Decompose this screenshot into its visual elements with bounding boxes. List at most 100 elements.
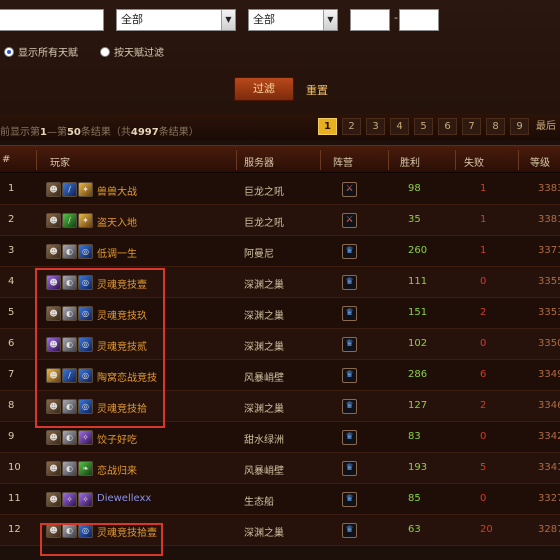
player-icons: ☻ / ✦	[46, 213, 93, 228]
page-button[interactable]: 6	[438, 118, 457, 135]
race-icon: ☻	[46, 213, 61, 228]
alliance-icon: ♛	[342, 492, 357, 507]
col-losses[interactable]: 失败	[464, 154, 484, 169]
race-icon: ☻	[46, 430, 61, 445]
player-name-link[interactable]: 灵魂竞技壹	[97, 276, 147, 291]
player-name-link[interactable]: 陶窝恋战竞技	[97, 369, 157, 384]
talent-radio-group: 显示所有天赋 按天赋过滤	[4, 44, 164, 59]
rank-cell: 1	[8, 183, 15, 194]
table-row[interactable]: 3 ☻ ◐ ◎ 低调一生 阿曼尼 ♛ 260 1 3371	[0, 236, 560, 267]
col-rank[interactable]: #	[2, 154, 10, 165]
race-icon: ☻	[46, 182, 61, 197]
class-icon: ◐	[62, 275, 77, 290]
player-icons: ☻ ◐ ◎	[46, 399, 93, 414]
rank-cell: 8	[8, 400, 15, 411]
table-row[interactable]: 12 ☻ ◐ ◎ 灵魂竞技拾壹 深渊之巢 ♛ 63 20 3287	[0, 515, 560, 546]
player-name-link[interactable]: 低调一生	[97, 245, 137, 260]
rank-cell: 12	[8, 524, 21, 535]
alliance-icon: ♛	[342, 244, 357, 259]
talent-icon: ◎	[78, 337, 93, 352]
race-icon: ☻	[46, 492, 61, 507]
race-icon: ☻	[46, 275, 61, 290]
rank-cell: 10	[8, 462, 21, 473]
player-name-link[interactable]: 盗天入地	[97, 214, 137, 229]
wins-cell: 83	[408, 431, 421, 442]
player-name-link[interactable]: 恋战归来	[97, 462, 137, 477]
class-icon: ◐	[62, 430, 77, 445]
col-server[interactable]: 服务器	[244, 154, 274, 169]
player-name-link[interactable]: 灵魂竞技贰	[97, 338, 147, 353]
race-icon: ☻	[46, 306, 61, 321]
rating-cell: 3381	[538, 214, 560, 225]
player-name-link[interactable]: 饺子好吃	[97, 431, 137, 446]
col-wins[interactable]: 胜利	[400, 154, 420, 169]
select-filter-2[interactable]: 全部 ▼	[248, 9, 338, 31]
table-row[interactable]: 2 ☻ / ✦ 盗天入地 巨龙之吼 ⚔ 35 1 3381	[0, 205, 560, 236]
player-icons: ☻ / ◎	[46, 368, 93, 383]
rank-cell: 5	[8, 307, 15, 318]
divider	[388, 150, 389, 170]
page-last-link[interactable]: 最后	[536, 118, 556, 135]
table-row[interactable]: 4 ☻ ◐ ◎ 灵魂竞技壹 深渊之巢 ♛ 111 0 3355	[0, 267, 560, 298]
radio-show-all[interactable]	[4, 46, 14, 57]
losses-cell: 2	[480, 307, 487, 318]
table-row[interactable]: 5 ☻ ◐ ◎ 灵魂竞技玖 深渊之巢 ♛ 151 2 3353	[0, 298, 560, 329]
page-button[interactable]: 2	[342, 118, 361, 135]
results-start: 1	[40, 127, 47, 138]
page-button[interactable]: 7	[462, 118, 481, 135]
text-filter-input[interactable]	[0, 9, 104, 31]
player-icons: ☻ / ✦	[46, 182, 93, 197]
chevron-down-icon[interactable]: ▼	[221, 10, 235, 30]
losses-cell: 0	[480, 493, 487, 504]
wins-cell: 260	[408, 245, 428, 256]
server-cell: 甜水绿洲	[244, 435, 284, 446]
table-row[interactable]: 11 ☻ ✧ ✧ Diewellexx 生态船 ♛ 85 0 3327	[0, 484, 560, 515]
player-icons: ☻ ◐ ◎	[46, 244, 93, 259]
wins-cell: 85	[408, 493, 421, 504]
player-name-link[interactable]: 灵魂竞技拾	[97, 400, 147, 415]
rating-max-input[interactable]	[399, 9, 439, 31]
server-cell: 巨龙之吼	[244, 187, 284, 198]
col-faction[interactable]: 阵营	[333, 154, 353, 169]
col-rating[interactable]: 等级	[530, 154, 550, 169]
reset-link[interactable]: 重置	[306, 82, 328, 98]
range-separator: -	[394, 11, 398, 24]
rank-cell: 7	[8, 369, 15, 380]
page-button[interactable]: 1	[318, 118, 337, 135]
table-row[interactable]: 10 ☻ ◐ ❧ 恋战归来 风暴峭壁 ♛ 193 5 3341	[0, 453, 560, 484]
results-total: 4997	[130, 127, 159, 138]
page-button[interactable]: 3	[366, 118, 385, 135]
player-name-link[interactable]: Diewellexx	[97, 493, 151, 504]
talent-icon: ◎	[78, 368, 93, 383]
rating-cell: 3349	[538, 369, 560, 380]
rating-cell: 3287	[538, 524, 560, 535]
player-name-link[interactable]: 兽兽大战	[97, 183, 137, 198]
radio-filter-talent[interactable]	[100, 46, 110, 57]
filter-button[interactable]: 过滤	[234, 77, 294, 101]
talent-icon: ❧	[78, 461, 93, 476]
losses-cell: 20	[480, 524, 493, 535]
page-button[interactable]: 5	[414, 118, 433, 135]
table-row[interactable]: 6 ☻ ◐ ◎ 灵魂竞技贰 深渊之巢 ♛ 102 0 3350	[0, 329, 560, 360]
rating-min-input[interactable]	[350, 9, 390, 31]
class-icon: ◐	[62, 399, 77, 414]
divider	[320, 150, 321, 170]
player-name-link[interactable]: 灵魂竞技拾壹	[97, 524, 157, 539]
class-icon: ◐	[62, 244, 77, 259]
server-cell: 深渊之巢	[244, 404, 284, 415]
player-name-link[interactable]: 灵魂竞技玖	[97, 307, 147, 322]
table-row[interactable]: 7 ☻ / ◎ 陶窝恋战竞技 风暴峭壁 ♛ 286 6 3349	[0, 360, 560, 391]
table-row[interactable]: 8 ☻ ◐ ◎ 灵魂竞技拾 深渊之巢 ♛ 127 2 3346	[0, 391, 560, 422]
chevron-down-icon[interactable]: ▼	[323, 10, 337, 30]
race-icon: ☻	[46, 368, 61, 383]
col-player[interactable]: 玩家	[50, 154, 70, 169]
divider	[455, 150, 456, 170]
table-row[interactable]: 9 ☻ ◐ ✧ 饺子好吃 甜水绿洲 ♛ 83 0 3342	[0, 422, 560, 453]
page-button[interactable]: 8	[486, 118, 505, 135]
page-button[interactable]: 9	[510, 118, 529, 135]
select-filter-1[interactable]: 全部 ▼	[116, 9, 236, 31]
page-button[interactable]: 4	[390, 118, 409, 135]
select-filter-2-value: 全部	[253, 13, 275, 26]
table-row[interactable]: 1 ☻ / ✦ 兽兽大战 巨龙之吼 ⚔ 98 1 3383	[0, 174, 560, 205]
rank-cell: 6	[8, 338, 15, 349]
